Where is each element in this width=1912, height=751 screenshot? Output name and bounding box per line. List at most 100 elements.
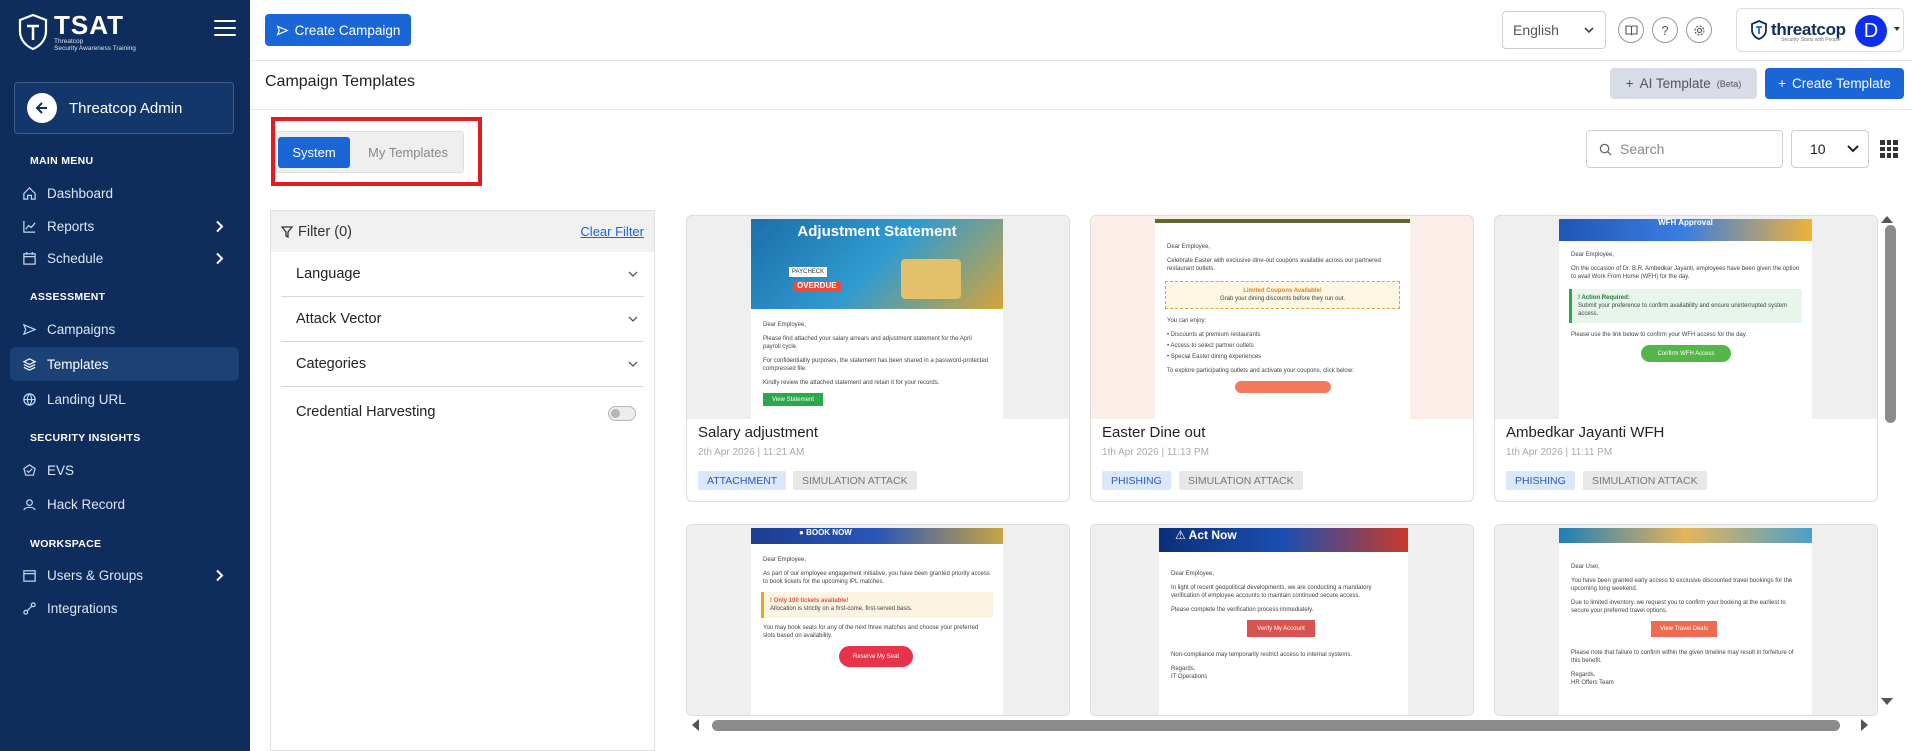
chevron-down-icon <box>1847 145 1859 153</box>
ai-template-label: AI Template <box>1639 76 1711 91</box>
email-text: You have been granted early access to ex… <box>1571 578 1793 592</box>
tab-system[interactable]: System <box>278 137 350 168</box>
language-select[interactable]: English <box>1502 11 1606 49</box>
card-date: 1th Apr 2026 | 11:11 PM <box>1506 447 1613 458</box>
banner-text: Adjustment Statement <box>797 223 957 240</box>
template-card[interactable]: Adjustment Statement PAYCHECK OVERDUE De… <box>686 215 1070 502</box>
template-card[interactable]: Dear Employee, Celebrate Easter with exc… <box>1090 215 1474 502</box>
grid-view-icon[interactable] <box>1880 140 1898 158</box>
tsat-logo[interactable]: TSAT Threatcop Security Awareness Traini… <box>18 12 136 52</box>
clear-filter-link[interactable]: Clear Filter <box>580 224 644 239</box>
sidebar-item-label: Users & Groups <box>47 567 144 583</box>
email-text: Please complete the verification process… <box>1171 607 1314 613</box>
banner-text: Act Now <box>1188 528 1237 542</box>
vertical-scrollbar[interactable] <box>1885 225 1896 423</box>
email-text: For confidentiality purposes, the statem… <box>763 358 989 372</box>
ai-template-button[interactable]: + AI Template (Beta) <box>1610 68 1757 99</box>
scroll-up-arrow-icon[interactable] <box>1880 214 1894 224</box>
horizontal-scrollbar[interactable] <box>712 720 1840 731</box>
template-preview: Dear User, You have been granted early a… <box>1495 525 1877 715</box>
send-icon <box>276 24 289 36</box>
email-preview: Adjustment Statement PAYCHECK OVERDUE De… <box>751 219 1003 419</box>
brand-tagline: Security Starts with People <box>1781 37 1841 43</box>
search-input[interactable]: Search <box>1586 130 1783 168</box>
per-page-value: 10 <box>1810 141 1826 157</box>
sidebar-item-campaigns[interactable]: Campaigns <box>10 312 239 346</box>
logo-subtitle-2: Security Awareness Training <box>54 45 136 52</box>
decorative-image <box>901 259 961 299</box>
email-text: HR Offers Team <box>1571 680 1614 686</box>
template-card[interactable]: Dear User, You have been granted early a… <box>1494 524 1878 716</box>
template-card[interactable]: WFH Approval Dear Employee, On the occas… <box>1494 215 1878 502</box>
scroll-down-arrow-icon[interactable] <box>1880 697 1894 707</box>
email-text: Please use the link below to confirm you… <box>1571 332 1747 338</box>
card-title: Ambedkar Jayanti WFH <box>1506 424 1665 441</box>
sidebar: TSAT Threatcop Security Awareness Traini… <box>0 0 250 751</box>
email-bullet: • Access to select partner outlets <box>1167 343 1254 349</box>
template-card[interactable]: ● BOOK NOW Dear Employee, As part of our… <box>686 524 1070 716</box>
card-date: 1th Apr 2026 | 11:13 PM <box>1102 447 1209 458</box>
page-title: Campaign Templates <box>265 73 416 90</box>
scroll-right-arrow-icon[interactable] <box>1860 718 1870 732</box>
filter-language-label: Language <box>296 266 361 282</box>
email-text: Dear Employee, <box>763 557 807 563</box>
email-text: Due to limited inventory, we request you… <box>1571 600 1786 614</box>
create-template-label: Create Template <box>1792 76 1891 91</box>
filter-attack-vector-label: Attack Vector <box>296 311 382 327</box>
scroll-left-arrow-icon[interactable] <box>690 718 700 732</box>
sidebar-item-integrations[interactable]: Integrations <box>10 591 239 625</box>
avatar[interactable]: D <box>1855 15 1887 47</box>
hamburger-menu-icon[interactable] <box>214 20 236 36</box>
tab-my-templates[interactable]: My Templates <box>356 137 460 168</box>
email-cta: View Travel Deals <box>1651 621 1717 637</box>
filter-language[interactable]: Language <box>281 252 644 297</box>
sidebar-item-users-groups[interactable]: Users & Groups <box>10 558 239 592</box>
template-preview: Adjustment Statement PAYCHECK OVERDUE De… <box>687 216 1069 419</box>
gear-icon[interactable] <box>1686 17 1712 43</box>
integration-icon <box>23 601 36 615</box>
email-text: Grab your dining discounts before they r… <box>1219 296 1346 302</box>
sidebar-item-templates[interactable]: Templates <box>10 347 239 381</box>
template-preview: Dear Employee, Celebrate Easter with exc… <box>1091 216 1473 419</box>
sidebar-item-schedule[interactable]: Schedule <box>10 241 239 275</box>
create-campaign-label: Create Campaign <box>294 22 401 38</box>
help-icon[interactable]: ? <box>1652 17 1678 43</box>
account-menu[interactable]: threatcop Security Starts with People D <box>1736 8 1904 52</box>
admin-switcher[interactable]: Threatcop Admin <box>14 82 234 134</box>
sidebar-item-hack-record[interactable]: Hack Record <box>10 487 239 521</box>
email-text: To explore participating outlets and act… <box>1167 368 1354 374</box>
banner-note: PAYCHECK <box>789 267 828 277</box>
caret-down-icon <box>1894 27 1900 31</box>
sidebar-item-label: Dashboard <box>47 185 114 201</box>
section-security-insights: SECURITY INSIGHTS <box>30 432 141 444</box>
sidebar-item-label: Schedule <box>47 250 104 266</box>
book-icon[interactable] <box>1618 17 1644 43</box>
email-text: Dear User, <box>1571 564 1600 570</box>
email-text: Please note that failure to confirm with… <box>1571 650 1794 664</box>
credential-harvesting-toggle[interactable] <box>608 406 636 421</box>
sidebar-item-landing-url[interactable]: Landing URL <box>10 382 239 416</box>
filter-attack-vector[interactable]: Attack Vector <box>281 297 644 342</box>
sidebar-item-label: Reports <box>47 218 95 234</box>
admin-label: Threatcop Admin <box>69 99 183 117</box>
sidebar-item-label: Hack Record <box>47 496 126 512</box>
layers-icon <box>22 357 37 371</box>
sidebar-item-label: EVS <box>47 462 75 478</box>
topbar: Create Campaign English ? threatcop Secu… <box>250 0 1912 61</box>
sidebar-item-dashboard[interactable]: Dashboard <box>10 176 239 210</box>
create-template-button[interactable]: + Create Template <box>1765 68 1904 99</box>
email-text: Special Easter dining experiences <box>1170 354 1262 360</box>
per-page-select[interactable]: 10 <box>1791 130 1869 168</box>
filter-categories-label: Categories <box>296 356 367 372</box>
preview-banner: Adjustment Statement PAYCHECK OVERDUE <box>751 219 1003 309</box>
sidebar-item-reports[interactable]: Reports <box>10 209 239 243</box>
sidebar-item-label: Templates <box>47 356 109 372</box>
template-card[interactable]: ⚠ Act Now Dear Employee, In light of rec… <box>1090 524 1474 716</box>
send-icon <box>22 323 37 335</box>
email-text: Please find attached your salary arrears… <box>763 336 972 350</box>
logo-subtitle-1: Threatcop <box>54 38 84 45</box>
sidebar-item-evs[interactable]: EVS <box>10 453 239 487</box>
tag-attachment: ATTACHMENT <box>698 471 787 490</box>
filter-categories[interactable]: Categories <box>281 342 644 387</box>
create-campaign-button[interactable]: Create Campaign <box>265 14 411 46</box>
